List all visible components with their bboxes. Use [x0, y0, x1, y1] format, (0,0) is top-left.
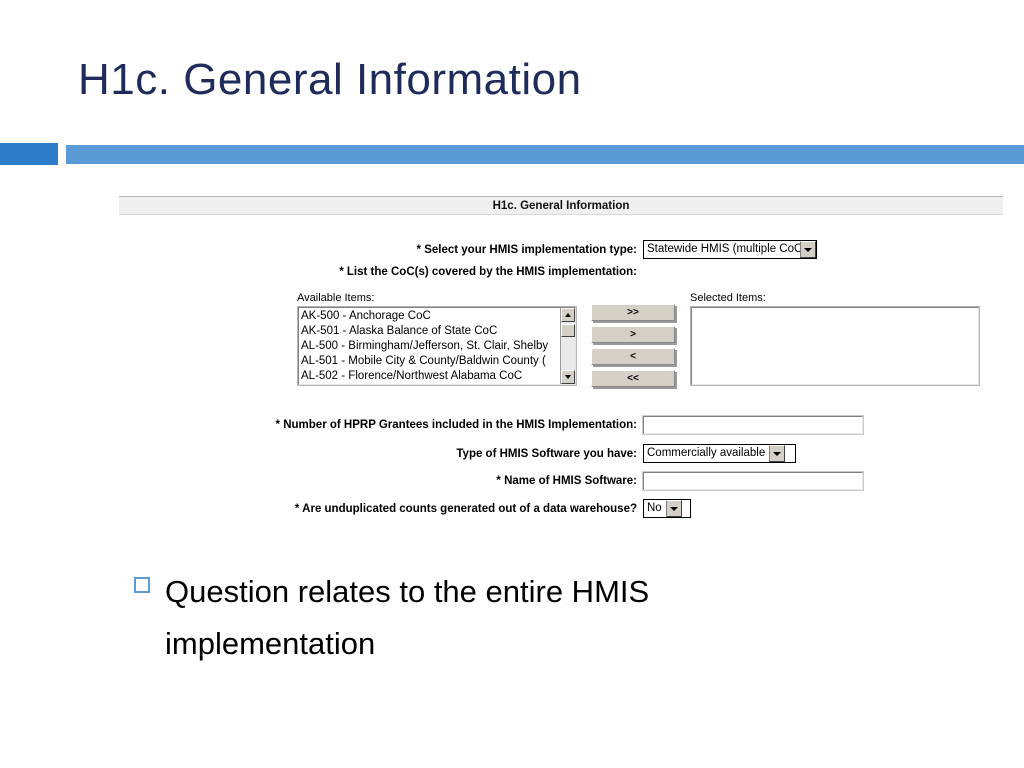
- hmis-form-screenshot: H1c. General Information * Select your H…: [119, 196, 1003, 521]
- list-item[interactable]: AK-500 - Anchorage CoC: [301, 309, 561, 324]
- selected-items-listbox[interactable]: [690, 306, 980, 386]
- software-name-input[interactable]: [642, 471, 864, 491]
- data-warehouse-label: * Are unduplicated counts generated out …: [294, 502, 637, 515]
- software-type-label: Type of HMIS Software you have:: [456, 447, 637, 460]
- list-item[interactable]: AK-501 - Alaska Balance of State CoC: [301, 324, 561, 339]
- scroll-down-icon[interactable]: [561, 370, 575, 384]
- form-header-title: H1c. General Information: [119, 196, 1003, 215]
- move-buttons-group: >> > < <<: [591, 304, 679, 392]
- bullet-text: Question relates to the entire HMIS impl…: [165, 574, 650, 661]
- accent-bar-right: [66, 145, 1024, 164]
- software-type-value: Commercially available: [647, 447, 766, 459]
- hprp-grantees-input[interactable]: [642, 415, 864, 435]
- move-right-button[interactable]: >: [591, 326, 675, 343]
- list-item: Question relates to the entire HMIS impl…: [134, 566, 834, 670]
- list-item[interactable]: AL-500 - Birmingham/Jefferson, St. Clair…: [301, 339, 561, 354]
- data-warehouse-value: No: [647, 502, 662, 514]
- row-hprp-grantees: * Number of HPRP Grantees included in th…: [119, 415, 1003, 435]
- row-software-type: Type of HMIS Software you have: Commerci…: [119, 444, 1003, 463]
- list-item[interactable]: AL-502 - Florence/Northwest Alabama CoC: [301, 369, 561, 384]
- software-type-select[interactable]: Commercially available: [643, 444, 796, 463]
- scroll-up-icon[interactable]: [561, 308, 575, 322]
- available-items-scrollbar[interactable]: [560, 308, 575, 384]
- page-title: H1c. General Information: [78, 55, 582, 104]
- implementation-type-label: * Select your HMIS implementation type:: [416, 243, 637, 256]
- chevron-down-icon[interactable]: [800, 241, 816, 258]
- row-implementation-type: * Select your HMIS implementation type: …: [119, 240, 1003, 259]
- chevron-down-icon[interactable]: [665, 500, 682, 517]
- row-coc-list-label: * List the CoC(s) covered by the HMIS im…: [119, 266, 1003, 278]
- available-items-listbox[interactable]: AK-500 - Anchorage CoC AK-501 - Alaska B…: [297, 306, 577, 386]
- hprp-grantees-label: * Number of HPRP Grantees included in th…: [275, 419, 637, 431]
- coc-dual-list-picker: Available Items: Selected Items: AK-500 …: [119, 292, 1003, 392]
- bullet-list: Question relates to the entire HMIS impl…: [134, 566, 834, 670]
- implementation-type-value: Statewide HMIS (multiple CoC): [647, 243, 800, 255]
- move-all-left-button[interactable]: <<: [591, 370, 675, 387]
- row-software-name: * Name of HMIS Software:: [119, 471, 1003, 491]
- chevron-down-icon[interactable]: [769, 445, 786, 462]
- available-items-caption: Available Items:: [297, 292, 375, 304]
- move-all-right-button[interactable]: >>: [591, 304, 675, 321]
- data-warehouse-select[interactable]: No: [643, 499, 691, 518]
- accent-bar-left: [0, 143, 58, 165]
- selected-items-caption: Selected Items:: [690, 292, 766, 304]
- software-name-label: * Name of HMIS Software:: [496, 475, 637, 487]
- coc-list-label: * List the CoC(s) covered by the HMIS im…: [339, 266, 637, 278]
- square-bullet-icon: [134, 577, 150, 593]
- list-item[interactable]: AL-501 - Mobile City & County/Baldwin Co…: [301, 354, 561, 369]
- row-data-warehouse: * Are unduplicated counts generated out …: [119, 499, 1003, 518]
- scrollbar-thumb[interactable]: [561, 324, 575, 337]
- implementation-type-select[interactable]: Statewide HMIS (multiple CoC): [643, 240, 817, 259]
- available-items-list[interactable]: AK-500 - Anchorage CoC AK-501 - Alaska B…: [299, 308, 561, 384]
- move-left-button[interactable]: <: [591, 348, 675, 365]
